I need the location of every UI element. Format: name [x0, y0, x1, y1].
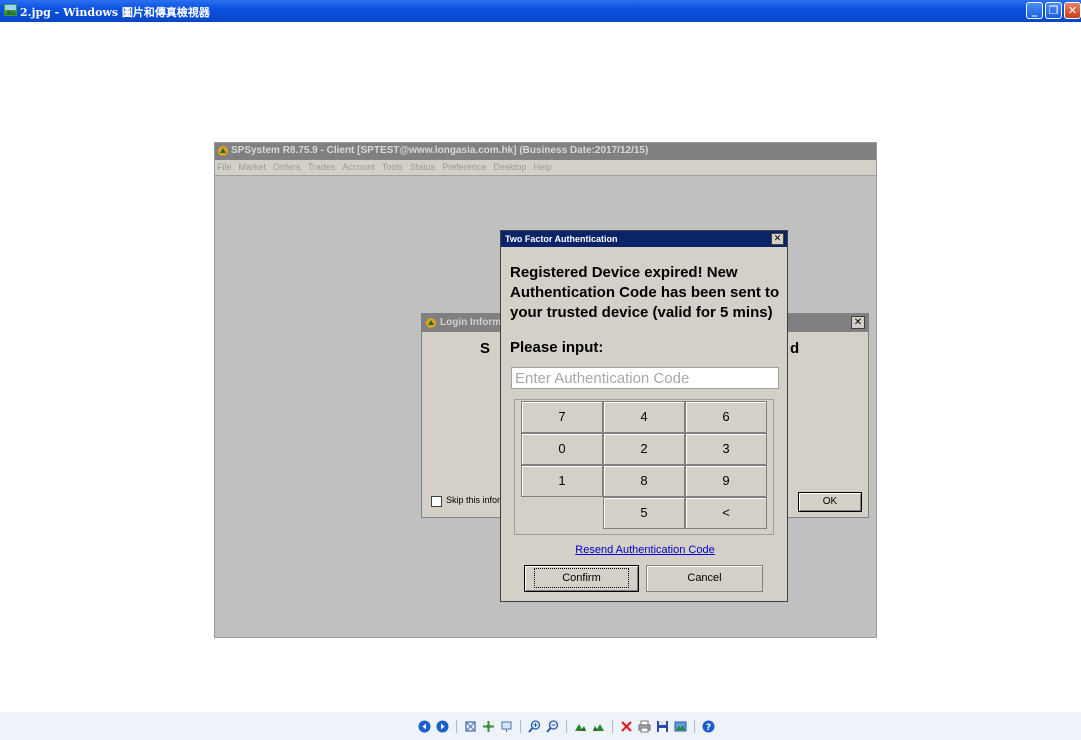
slideshow-icon[interactable] [500, 720, 513, 733]
spsystem-title: SPSystem R8.75.9 - Client [SPTEST@www.lo… [231, 145, 649, 156]
keypad-key-7[interactable]: 7 [521, 401, 603, 433]
menu-account[interactable]: Account [342, 162, 375, 172]
help-icon[interactable]: ? [702, 720, 715, 733]
rotate-clockwise-icon[interactable] [574, 720, 587, 733]
toolbar-separator [566, 720, 567, 733]
menu-help[interactable]: Help [533, 162, 552, 172]
keypad-key-4[interactable]: 4 [603, 401, 685, 433]
tfa-close-button[interactable]: ✕ [771, 233, 784, 245]
keypad-backspace-key[interactable]: < [685, 497, 767, 529]
previous-image-icon[interactable] [418, 720, 431, 733]
keypad-key-2[interactable]: 2 [603, 433, 685, 465]
resend-code-link[interactable]: Resend Authentication Code [501, 544, 789, 556]
minimize-button[interactable]: _ [1026, 2, 1043, 19]
viewer-title: 2.jpg - Windows 圖片和傳真檢視器 [20, 6, 210, 19]
close-button[interactable]: ✕ [1064, 2, 1081, 19]
spsystem-logo-icon [218, 146, 228, 156]
keypad-key-8[interactable]: 8 [603, 465, 685, 497]
menu-status[interactable]: Status [410, 162, 436, 172]
skip-info-checkbox[interactable] [431, 496, 442, 507]
cancel-button[interactable]: Cancel [646, 565, 763, 592]
login-heading-fragment-right: d [790, 340, 800, 357]
open-editor-icon[interactable] [674, 720, 687, 733]
zoom-in-icon[interactable] [528, 720, 541, 733]
tfa-title: Two Factor Authentication [505, 234, 618, 244]
viewer-titlebar[interactable]: 2.jpg - Windows 圖片和傳真檢視器 _ ❐ ✕ [0, 0, 1081, 22]
keypad-key-6[interactable]: 6 [685, 401, 767, 433]
spsystem-titlebar: SPSystem R8.75.9 - Client [SPTEST@www.lo… [215, 143, 876, 160]
keypad-key-9[interactable]: 9 [685, 465, 767, 497]
keypad-key-5[interactable]: 5 [603, 497, 685, 529]
best-fit-icon[interactable] [464, 720, 477, 733]
auth-code-input[interactable]: Enter Authentication Code [511, 367, 779, 389]
keypad-key-0[interactable]: 0 [521, 433, 603, 465]
tfa-prompt: Please input: [510, 339, 604, 356]
login-close-button[interactable]: ✕ [851, 316, 865, 329]
two-factor-auth-dialog: Two Factor Authentication ✕ Registered D… [500, 230, 788, 602]
confirm-label: Confirm [534, 568, 629, 588]
menu-preference[interactable]: Preference [442, 162, 486, 172]
toolbar-separator [612, 720, 613, 733]
toolbar-separator [456, 720, 457, 733]
confirm-button[interactable]: Confirm [524, 565, 639, 592]
viewer-toolbar: ? [0, 712, 1081, 740]
login-heading-fragment-left: S [480, 340, 491, 357]
spsystem-logo-icon [426, 318, 436, 328]
next-image-icon[interactable] [436, 720, 449, 733]
skip-info-label: Skip this inforr [446, 495, 504, 505]
keypad-key-3[interactable]: 3 [685, 433, 767, 465]
ok-button[interactable]: OK [798, 492, 862, 512]
actual-size-icon[interactable] [482, 720, 495, 733]
numeric-keypad: 7 4 6 0 2 3 1 8 9 5 < [514, 399, 774, 535]
login-info-title: Login Inform [440, 317, 502, 328]
toolbar-separator [694, 720, 695, 733]
svg-text:?: ? [706, 723, 711, 733]
toolbar-separator [520, 720, 521, 733]
menu-trades[interactable]: Trades [308, 162, 336, 172]
tfa-titlebar[interactable]: Two Factor Authentication ✕ [501, 231, 787, 247]
menu-orders[interactable]: Orders [273, 162, 301, 172]
menu-market[interactable]: Market [239, 162, 267, 172]
restore-button[interactable]: ❐ [1045, 2, 1062, 19]
delete-icon[interactable] [620, 720, 633, 733]
save-icon[interactable] [656, 720, 669, 733]
rotate-counterclockwise-icon[interactable] [592, 720, 605, 733]
spsystem-menubar: File Market Orders Trades Account Tools … [215, 160, 876, 176]
zoom-out-icon[interactable] [546, 720, 559, 733]
menu-tools[interactable]: Tools [382, 162, 403, 172]
picture-viewer-icon [4, 4, 17, 16]
keypad-key-1[interactable]: 1 [521, 465, 603, 497]
tfa-message: Registered Device expired! New Authentic… [510, 264, 780, 321]
menu-desktop[interactable]: Desktop [493, 162, 526, 172]
menu-file[interactable]: File [217, 162, 232, 172]
print-icon[interactable] [638, 720, 651, 733]
